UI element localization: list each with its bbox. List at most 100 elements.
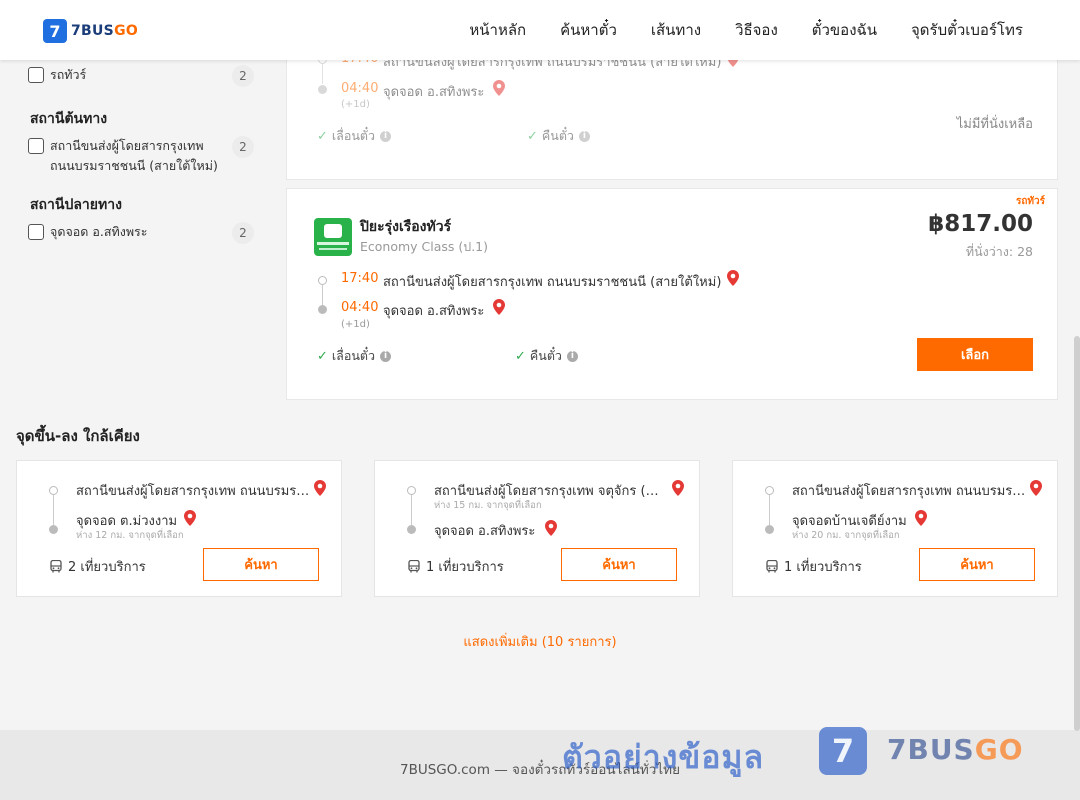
nearby-from-stop: สถานีขนส่งผู้โดยสารกรุงเทพ ถนนบรมราชชนนี…	[76, 484, 311, 499]
timeline-end-dot	[318, 305, 327, 314]
check-icon: ✓	[317, 348, 328, 364]
top-header: 7 7BUSGO หน้าหลัก ค้นหาตั๋ว เส้นทาง วิธี…	[0, 0, 1080, 60]
location-pin-icon	[727, 270, 739, 286]
site-logo[interactable]: 7 7BUSGO	[43, 19, 138, 43]
info-icon[interactable]: i	[380, 130, 392, 142]
location-pin-icon	[184, 510, 196, 526]
arrival-stop: จุดจอด อ.สทิงพระ	[383, 85, 485, 100]
nearby-search-button[interactable]: ค้นหา	[919, 548, 1035, 581]
filter-origin-checkbox[interactable]	[28, 138, 44, 154]
watermark-brand-accent: GO	[974, 733, 1024, 766]
nearby-card: สถานีขนส่งผู้โดยสารกรุงเทพ ถนนบรมราชชนนี…	[16, 460, 342, 597]
policy-change-label: เลื่อนตั๋ว	[331, 128, 376, 143]
timeline-end-dot	[765, 525, 774, 534]
show-more-link[interactable]: แสดงเพิ่มเติม (10 รายการ)	[0, 631, 1080, 652]
timeline-line	[411, 495, 412, 525]
watermark-brand-main: 7BUS	[887, 733, 975, 766]
arrival-time: 04:40	[341, 300, 379, 315]
bus-icon	[50, 560, 62, 573]
timeline-line	[769, 495, 770, 525]
nearby-section-title: จุดขึ้น-ลง ใกล้เคียง	[16, 427, 140, 445]
nav-search-tickets[interactable]: ค้นหาตั๋ว	[560, 18, 617, 42]
watermark-brand: 7BUSGO	[887, 733, 1024, 766]
operator-logo	[314, 218, 352, 256]
bus-image-icon	[324, 224, 342, 238]
nearby-search-button[interactable]: ค้นหา	[561, 548, 677, 581]
timeline-start-dot	[407, 486, 416, 495]
filter-bus-type[interactable]: รถทัวร์ 2	[28, 65, 254, 87]
logo-stripe	[319, 248, 347, 250]
departure-time: 17:40	[341, 271, 379, 286]
timeline-start-dot	[49, 486, 58, 495]
bus-icon	[766, 560, 778, 573]
result-card: รถทัวร์ ปิยะรุ่งเรืองทัวร์ Economy Class…	[286, 188, 1058, 400]
seats-available: ที่นั่งว่าง: 28	[965, 244, 1033, 259]
timeline-line	[322, 285, 323, 307]
location-pin-icon	[545, 520, 557, 536]
timeline-start-dot	[318, 276, 327, 285]
page-scrollbar[interactable]	[1074, 336, 1080, 731]
sold-out-status: ไม่มีที่นั่งเหลือ	[956, 117, 1033, 132]
nav-home[interactable]: หน้าหลัก	[469, 18, 526, 42]
filter-destination-label: จุดจอด อ.สทิงพระ	[50, 224, 148, 239]
select-trip-button[interactable]: เลือก	[917, 338, 1033, 371]
departure-stop: สถานีขนส่งผู้โดยสารกรุงเทพ ถนนบรมราชชนนี…	[383, 275, 722, 290]
destination-filter-heading: สถานีปลายทาง	[30, 197, 122, 213]
nearby-to-stop: จุดจอด อ.สทิงพระ	[434, 524, 536, 539]
nav-my-tickets[interactable]: ตั๋วของฉัน	[812, 18, 877, 42]
info-icon[interactable]: i	[380, 350, 392, 362]
policy-change-ticket: ✓ เลื่อนตั๋ว i	[317, 126, 392, 146]
nearby-card: สถานีขนส่งผู้โดยสารกรุงเทพ ถนนบรมราชชนนี…	[732, 460, 1058, 597]
next-day-marker: (+1d)	[341, 99, 370, 110]
arrival-time: 04:40	[341, 81, 379, 96]
location-pin-icon	[314, 480, 326, 496]
filter-destination-checkbox[interactable]	[28, 224, 44, 240]
trip-count-label: 1 เที่ยวบริการ	[426, 560, 504, 575]
nearby-card: สถานีขนส่งผู้โดยสารกรุงเทพ จตุจักร (หมอช…	[374, 460, 700, 597]
location-pin-icon	[1030, 480, 1042, 496]
timeline-end-dot	[49, 525, 58, 534]
logo-brand-accent: GO	[114, 23, 139, 39]
next-day-marker: (+1d)	[341, 319, 370, 330]
operator-name: ปิยะรุ่งเรืองทัวร์	[360, 219, 452, 235]
timeline-start-dot	[765, 486, 774, 495]
timeline-end-dot	[407, 525, 416, 534]
filter-origin[interactable]: สถานีขนส่งผู้โดยสารกรุงเทพ ถนนบรมราชชนนี…	[28, 136, 254, 176]
check-icon: ✓	[527, 128, 538, 144]
bus-class: Economy Class (ป.1)	[360, 239, 489, 254]
arrival-stop: จุดจอด อ.สทิงพระ	[383, 304, 485, 319]
location-pin-icon	[493, 299, 505, 315]
bus-icon	[408, 560, 420, 573]
timeline-end-dot	[318, 85, 327, 94]
nav-routes[interactable]: เส้นทาง	[651, 18, 701, 42]
filter-bus-type-checkbox[interactable]	[28, 67, 44, 83]
timeline-line	[322, 64, 323, 84]
trip-count-label: 2 เที่ยวบริการ	[68, 560, 146, 575]
nearby-search-button[interactable]: ค้นหา	[203, 548, 319, 581]
filter-destination[interactable]: จุดจอด อ.สทิงพระ 2	[28, 222, 254, 244]
logo-brand: 7BUS	[71, 23, 115, 39]
nav-how-to-book[interactable]: วิธีจอง	[735, 18, 778, 42]
info-icon[interactable]: i	[578, 130, 590, 142]
ticket-price: ฿817.00	[928, 211, 1033, 237]
logo-badge: 7	[43, 19, 67, 43]
nearby-trip-count: 1 เที่ยวบริการ	[408, 556, 504, 577]
policy-change-label: เลื่อนตั๋ว	[331, 348, 376, 363]
timeline-line	[53, 495, 54, 525]
filter-origin-label: สถานีขนส่งผู้โดยสารกรุงเทพ ถนนบรมราชชนนี…	[50, 138, 218, 173]
location-pin-icon	[672, 480, 684, 496]
filter-origin-count: 2	[232, 136, 254, 158]
filter-bus-type-count: 2	[232, 65, 254, 87]
nearby-distance: ห่าง 12 กม. จากจุดที่เลือก	[76, 530, 184, 541]
policy-refund-ticket: ✓ คืนตั๋ว i	[527, 126, 590, 146]
logo-text: 7BUSGO	[71, 23, 138, 39]
nearby-distance: ห่าง 20 กม. จากจุดที่เลือก	[792, 530, 900, 541]
logo-stripe	[317, 242, 349, 245]
filter-destination-count: 2	[232, 222, 254, 244]
nearby-distance: ห่าง 15 กม. จากจุดที่เลือก	[434, 500, 542, 511]
filter-bus-type-label: รถทัวร์	[50, 67, 87, 82]
info-icon[interactable]: i	[566, 350, 578, 362]
policy-change-ticket: ✓ เลื่อนตั๋ว i	[317, 346, 392, 366]
nav-ticket-points[interactable]: จุดรับตั๋วเบอร์โทร	[911, 18, 1023, 42]
bus-type-tag: รถทัวร์	[1015, 196, 1045, 207]
